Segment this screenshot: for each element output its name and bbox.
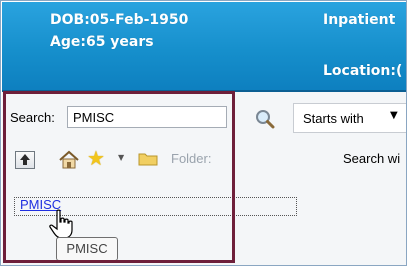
patient-age: Age:65 years: [50, 34, 154, 50]
search-within-label: Search wi: [343, 151, 401, 166]
encounter-type: Inpatient: [323, 12, 396, 28]
patient-dob: DOB:05-Feb-1950: [50, 12, 189, 28]
app-window: DOB:05-Feb-1950 Age:65 years Inpatient L…: [0, 0, 407, 266]
chevron-down-icon: ▼: [390, 110, 398, 121]
patient-banner: DOB:05-Feb-1950 Age:65 years Inpatient L…: [2, 2, 406, 91]
search-mode-select[interactable]: Starts with ▼: [293, 103, 406, 133]
highlight-box: [3, 91, 235, 263]
patient-location: Location:(: [323, 63, 403, 79]
search-icon[interactable]: [254, 108, 276, 130]
search-mode-value: Starts with: [303, 111, 364, 126]
